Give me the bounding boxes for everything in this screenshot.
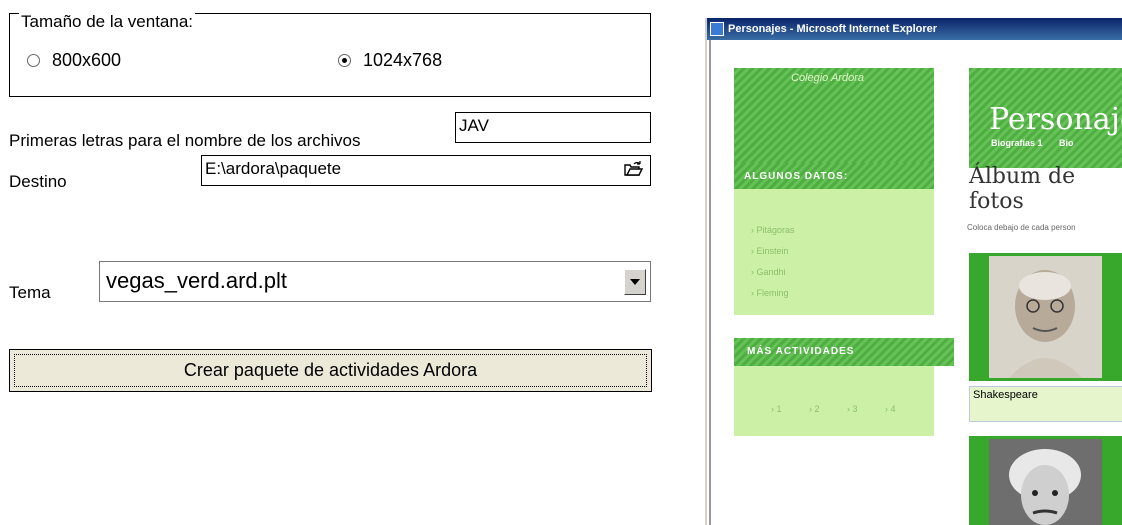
page-title: Personaje bbox=[989, 102, 1122, 137]
activity-link-2-label: 2 bbox=[814, 404, 820, 414]
radio-800x600-label: 800x600 bbox=[52, 50, 122, 70]
activity-link-4-label: 4 bbox=[890, 404, 896, 414]
activity-link-3[interactable]: › 3 bbox=[847, 404, 858, 414]
album-title: Álbum de fotos bbox=[969, 164, 1076, 214]
nav-link-1[interactable]: Biografías 1 bbox=[991, 138, 1043, 148]
destination-label: Destino bbox=[9, 172, 67, 191]
radio-800x600-circle[interactable] bbox=[27, 54, 40, 67]
site-name: Colegio Ardora bbox=[791, 72, 864, 84]
destination-input[interactable]: E:\ardora\paquete bbox=[201, 155, 651, 186]
prefix-input-value: JAV bbox=[459, 116, 489, 135]
browser-preview-window: Personajes - Microsoft Internet Explorer… bbox=[705, 18, 1122, 525]
portrait-photo-1 bbox=[989, 256, 1102, 378]
folder-open-icon[interactable] bbox=[622, 158, 644, 180]
window-size-legend: Tamaño de la ventana: bbox=[19, 12, 196, 32]
theme-select[interactable]: vegas_verd.ard.plt bbox=[99, 261, 651, 302]
activity-link-1-label: 1 bbox=[776, 404, 782, 414]
browser-title: Personajes - Microsoft Internet Explorer bbox=[728, 23, 938, 35]
sidebar-link-1-label: Pitágoras bbox=[756, 225, 795, 235]
browser-content: Colegio Ardora Personaje Biografías 1 Bi… bbox=[709, 40, 1122, 525]
ie-app-icon bbox=[710, 22, 724, 36]
album-description: Coloca debajo de cada person bbox=[967, 223, 1076, 232]
activity-link-1[interactable]: › 1 bbox=[771, 404, 782, 414]
theme-select-value: vegas_verd.ard.plt bbox=[106, 268, 287, 293]
sidebar-panel-2 bbox=[734, 366, 934, 436]
sidebar-link-3-label: Gandhi bbox=[756, 267, 786, 277]
focus-rect bbox=[14, 354, 647, 387]
sidebar-link-1[interactable]: › Pitágoras bbox=[751, 225, 795, 235]
sidebar-title-2: MÁS ACTIVIDADES bbox=[747, 346, 855, 357]
create-package-button[interactable]: Crear paquete de actividades Ardora bbox=[9, 349, 652, 392]
photo-caption-field[interactable]: Shakespeare bbox=[969, 386, 1122, 422]
prefix-label: Primeras letras para el nombre de los ar… bbox=[9, 131, 361, 150]
radio-800x600[interactable]: 800x600 bbox=[27, 50, 121, 71]
activity-link-4[interactable]: › 4 bbox=[885, 404, 896, 414]
activity-link-3-label: 3 bbox=[852, 404, 858, 414]
sidebar-link-4-label: Fleming bbox=[756, 288, 789, 298]
radio-1024x768-label: 1024x768 bbox=[363, 50, 443, 70]
sidebar-link-4[interactable]: › Fleming bbox=[751, 288, 789, 298]
prefix-input[interactable]: JAV bbox=[455, 112, 651, 143]
portrait-photo-2 bbox=[989, 439, 1102, 525]
theme-label: Tema bbox=[9, 283, 51, 302]
radio-1024x768-circle[interactable] bbox=[338, 54, 351, 67]
browser-titlebar: Personajes - Microsoft Internet Explorer bbox=[707, 18, 1122, 40]
sidebar-title-1: ALGUNOS DATOS: bbox=[744, 171, 849, 182]
window-size-group: Tamaño de la ventana: 800x600 1024x768 bbox=[9, 12, 651, 97]
nav-link-2[interactable]: Bio bbox=[1059, 138, 1074, 148]
radio-1024x768[interactable]: 1024x768 bbox=[338, 50, 442, 71]
sidebar-link-2-label: Einstein bbox=[756, 246, 789, 256]
destination-input-value: E:\ardora\paquete bbox=[205, 159, 342, 178]
activity-link-2[interactable]: › 2 bbox=[809, 404, 820, 414]
photo-caption-text: Shakespeare bbox=[973, 389, 1038, 401]
chevron-down-icon[interactable] bbox=[624, 269, 646, 295]
sidebar-link-3[interactable]: › Gandhi bbox=[751, 267, 786, 277]
sidebar-link-2[interactable]: › Einstein bbox=[751, 246, 789, 256]
